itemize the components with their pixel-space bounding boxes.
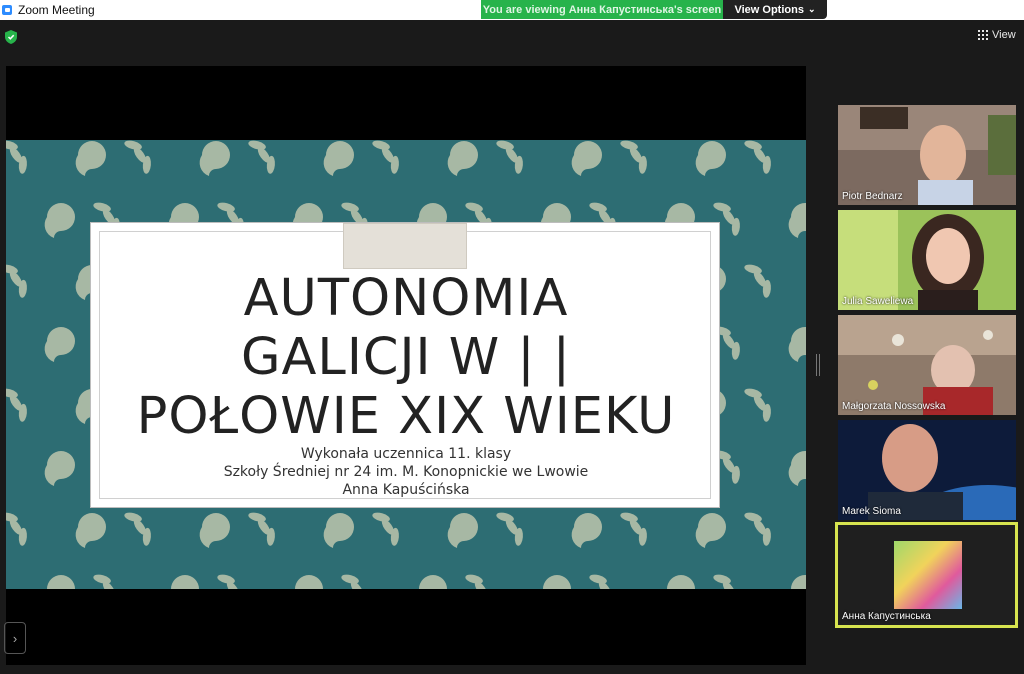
slide-subtitle-line: Wykonała uczennica 11. klasy	[300, 446, 512, 462]
view-button-label: View	[992, 29, 1016, 41]
view-options-label: View Options	[734, 3, 804, 16]
zoom-window: Zoom Meeting You are viewing Анна Капуст…	[0, 0, 1024, 674]
slide-subtitle-line: Szkoły Średniej nr 24 im. M. Konopnickie…	[223, 464, 589, 480]
participant-tile[interactable]: Julia Saweliewa	[838, 210, 1016, 310]
screen-share-banner: You are viewing Анна Капустинська's scre…	[481, 0, 827, 19]
presentation-slide: AUTONOMIA GALICJI W | | POŁOWIE XIX WIEK…	[6, 140, 806, 589]
participant-video	[838, 210, 1016, 310]
slide-subtitle: Wykonała uczennica 11. klasy Szkoły Śred…	[91, 445, 721, 499]
slide-title-box: AUTONOMIA GALICJI W | | POŁOWIE XIX WIEK…	[90, 222, 720, 508]
slide-tab-decoration	[343, 223, 467, 269]
view-options-button[interactable]: View Options ⌄	[723, 0, 827, 19]
view-button[interactable]: View	[978, 26, 1016, 44]
participant-name: Piotr Bednarz	[842, 191, 903, 202]
slide-title-line: POŁOWIE XIX WIEKU	[136, 387, 676, 446]
chevron-right-icon[interactable]: ›	[4, 622, 26, 654]
avatar	[894, 541, 962, 609]
participant-video	[838, 315, 1016, 415]
participant-tile[interactable]: Małgorzata Nossowska	[838, 315, 1016, 415]
chevron-down-icon: ⌄	[807, 4, 816, 14]
viewing-screen-message: You are viewing Анна Капустинська's scre…	[481, 0, 723, 19]
slide-title-line: AUTONOMIA	[243, 269, 569, 328]
participant-name: Julia Saweliewa	[842, 296, 914, 307]
participant-name: Marek Sioma	[842, 506, 901, 517]
shield-icon[interactable]	[5, 30, 17, 44]
shared-screen[interactable]: AUTONOMIA GALICJI W | | POŁOWIE XIX WIEK…	[6, 66, 806, 665]
meeting-controls-bar	[0, 668, 1024, 674]
slide-title-line: GALICJI W | |	[241, 328, 571, 387]
participant-name: Анна Капустинська	[842, 611, 931, 622]
panel-resize-handle[interactable]	[816, 354, 820, 376]
zoom-logo-icon	[2, 5, 12, 15]
participant-video	[838, 420, 1016, 520]
slide-subtitle-line: Anna Kapuścińska	[342, 482, 470, 498]
participant-tile-active-speaker[interactable]: Анна Капустинська	[835, 522, 1018, 628]
participant-tile[interactable]: Marek Sioma	[838, 420, 1016, 520]
participant-name: Małgorzata Nossowska	[842, 401, 946, 412]
window-title: Zoom Meeting	[18, 3, 95, 17]
grid-view-icon	[978, 30, 988, 40]
participant-tile[interactable]: Piotr Bednarz	[838, 105, 1016, 205]
slide-title: AUTONOMIA GALICJI W | | POŁOWIE XIX WIEK…	[91, 269, 721, 446]
participant-video	[838, 105, 1016, 205]
